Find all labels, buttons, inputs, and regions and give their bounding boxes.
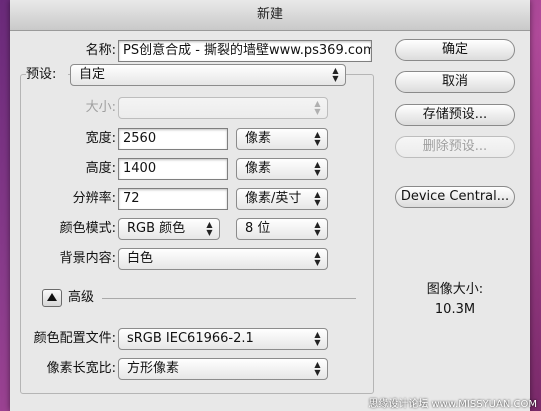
color-mode-select[interactable]: RGB 颜色 ▲ ▼ [118,218,220,240]
save-preset-button[interactable]: 存储预设... [395,104,515,126]
pixel-aspect-label: 像素长宽比: [46,361,116,376]
name-field[interactable]: PS创意合成 - 撕裂的墙壁www.ps369.com [118,40,372,62]
preset-select-value: 自定 [79,67,106,82]
color-profile-label: 颜色配置文件: [33,331,116,346]
background-select[interactable]: 白色 ▲ ▼ [118,248,328,270]
width-field[interactable]: 2560 [118,128,228,150]
bit-depth-value: 8 位 [245,221,271,236]
updown-arrows-icon: ▲ ▼ [314,99,321,116]
updown-arrows-icon: ▲ ▼ [206,220,213,237]
updown-arrows-icon: ▲ ▼ [314,250,321,267]
new-document-dialog: 新建 名称: PS创意合成 - 撕裂的墙壁www.ps369.com 预设: 自… [10,0,530,411]
resolution-unit-value: 像素/英寸 [245,191,302,206]
bit-depth-select[interactable]: 8 位 ▲ ▼ [236,218,328,240]
updown-arrows-icon: ▲ ▼ [314,130,321,147]
updown-arrows-icon: ▲ ▼ [332,66,339,83]
height-unit-value: 像素 [245,161,272,176]
width-unit-select[interactable]: 像素 ▲ ▼ [236,128,328,150]
background-label: 背景内容: [59,251,116,266]
size-label: 大小: [85,100,116,115]
image-size-label: 图像大小: [426,282,484,297]
ok-button[interactable]: 确定 [395,39,515,61]
advanced-disclosure-button[interactable] [42,289,62,307]
width-unit-value: 像素 [245,131,272,146]
window-title: 新建 [10,0,530,31]
size-select: ▲ ▼ [118,97,328,119]
advanced-label: 高级 [68,290,95,305]
updown-arrows-icon: ▲ ▼ [314,220,321,237]
height-unit-select[interactable]: 像素 ▲ ▼ [236,158,328,180]
color-mode-value: RGB 颜色 [127,221,186,236]
updown-arrows-icon: ▲ ▼ [314,330,321,347]
updown-arrows-icon: ▲ ▼ [314,190,321,207]
background-value: 白色 [127,251,154,266]
height-label: 高度: [85,161,116,176]
updown-arrows-icon: ▲ ▼ [314,160,321,177]
height-field[interactable]: 1400 [118,158,228,180]
preset-label: 预设: [26,64,68,86]
delete-preset-button: 删除预设... [395,136,515,158]
pixel-aspect-value: 方形像素 [127,361,180,376]
preset-select[interactable]: 自定 ▲ ▼ [70,64,346,86]
triangle-up-icon [47,293,57,301]
name-label: 名称: [85,43,116,58]
pixel-aspect-select[interactable]: 方形像素 ▲ ▼ [118,358,328,380]
advanced-divider [102,298,356,299]
color-profile-select[interactable]: sRGB IEC61966-2.1 ▲ ▼ [118,328,328,350]
resolution-label: 分辨率: [72,191,116,206]
updown-arrows-icon: ▲ ▼ [314,360,321,377]
color-profile-value: sRGB IEC61966-2.1 [127,331,254,346]
cancel-button[interactable]: 取消 [395,71,515,93]
color-mode-label: 颜色模式: [59,221,116,236]
device-central-button[interactable]: Device Central... [395,186,515,208]
resolution-field[interactable]: 72 [118,188,228,210]
watermark-text: 思缘设计论坛 www.MISSYUAN.COM [368,399,537,410]
width-label: 宽度: [85,131,116,146]
resolution-unit-select[interactable]: 像素/英寸 ▲ ▼ [236,188,328,210]
image-size-value: 10.3M [434,302,476,317]
